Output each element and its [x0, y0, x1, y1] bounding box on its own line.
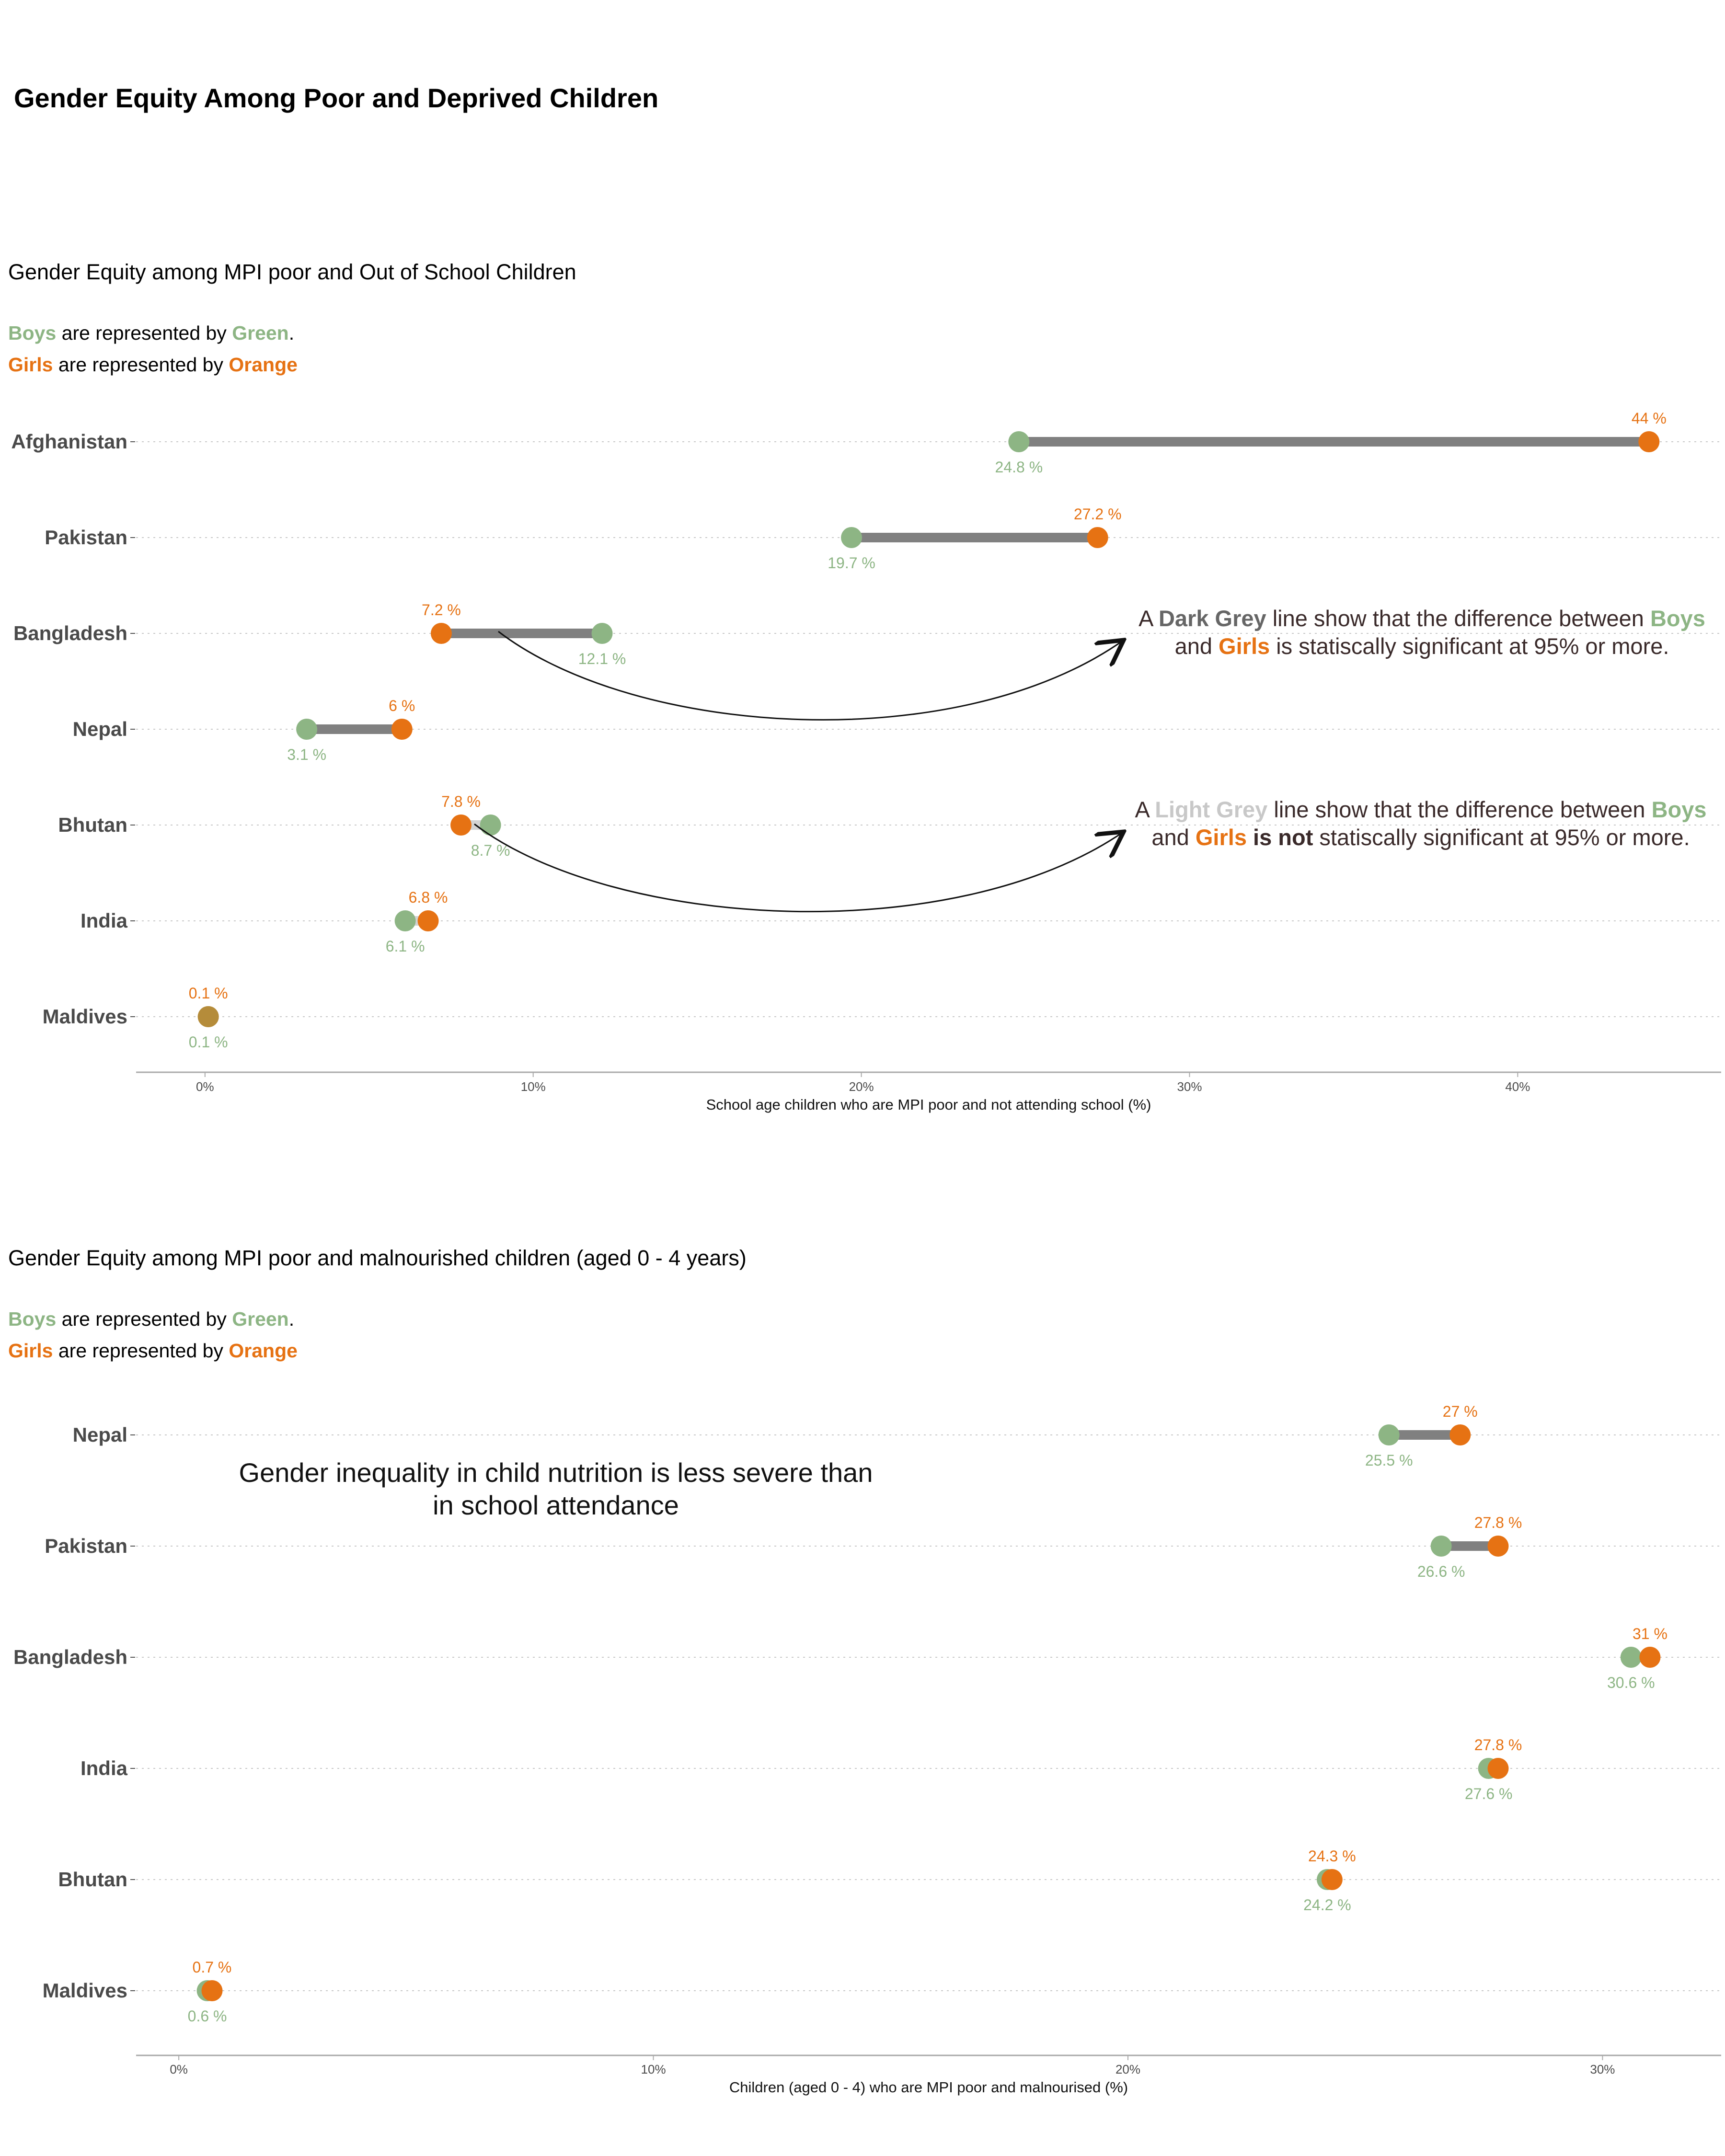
note-light-girls: Girls — [1195, 825, 1247, 850]
x-tick-label: 10% — [521, 1079, 546, 1094]
x-tick-label: 0% — [196, 1079, 214, 1094]
boys-value-label: 3.1 % — [287, 746, 326, 763]
boys-point — [1378, 1424, 1400, 1445]
girls-value-label: 6.8 % — [409, 889, 448, 906]
boys-value-label: 24.8 % — [995, 459, 1043, 476]
girls-point — [1639, 1647, 1661, 1668]
note-light-grey: A Light Grey line show that the differen… — [1121, 796, 1720, 851]
note-dark-and: and — [1174, 633, 1219, 659]
note-dark-line2-rest: is statiscally significant at 95% or mor… — [1270, 633, 1669, 659]
girls-point — [430, 623, 452, 644]
boys-point — [296, 719, 318, 740]
boys-value-label: 30.6 % — [1607, 1674, 1655, 1691]
boys-value-label: 12.1 % — [578, 650, 626, 667]
x-tick-label: 20% — [849, 1079, 874, 1094]
x-axis-title: Children (aged 0 - 4) who are MPI poor a… — [729, 2079, 1128, 2096]
arrow-light-note — [474, 823, 1124, 913]
girls-point — [197, 1006, 219, 1027]
note-dark-a: A — [1138, 606, 1159, 631]
girls-value-label: 31 % — [1633, 1625, 1668, 1642]
note-light-is-not: is not — [1246, 825, 1313, 850]
country-label: India — [80, 1757, 128, 1779]
girls-point — [201, 1980, 223, 2001]
girls-value-label: 7.2 % — [422, 601, 461, 619]
girls-value-label: 0.1 % — [189, 985, 228, 1002]
boys-value-label: 0.6 % — [188, 2007, 227, 2025]
boys-point — [1620, 1647, 1642, 1668]
x-tick-label: 0% — [170, 2062, 188, 2076]
note-dark-line1-rest: line show that the difference between — [1266, 606, 1650, 631]
x-tick-label: 30% — [1177, 1079, 1202, 1094]
girls-value-label: 27.2 % — [1074, 505, 1122, 523]
arrow-dark-note — [498, 631, 1124, 721]
girls-point — [417, 910, 439, 931]
note-nutrition: Gender inequality in child nutrition is … — [239, 1457, 873, 1520]
boys-value-label: 25.5 % — [1365, 1452, 1413, 1469]
girls-value-label: 0.7 % — [193, 1959, 232, 1976]
girls-value-label: 6 % — [389, 697, 415, 714]
note-light-line1-rest: line show that the difference between — [1267, 797, 1652, 822]
note-light-line2-rest: statiscally significant at 95% or more. — [1313, 825, 1690, 850]
country-label: Nepal — [73, 1423, 127, 1446]
country-label: Pakistan — [45, 526, 127, 549]
boys-point — [1008, 431, 1030, 452]
girls-point — [1638, 431, 1660, 452]
girls-value-label: 27.8 % — [1474, 1736, 1522, 1754]
girls-value-label: 27.8 % — [1474, 1514, 1522, 1531]
note-dark-grey-word: Dark Grey — [1158, 606, 1266, 631]
country-label: Bhutan — [58, 814, 127, 836]
note-light-a: A — [1135, 797, 1155, 822]
note-light-boys: Boys — [1651, 797, 1707, 822]
girls-value-label: 7.8 % — [441, 793, 481, 810]
chart-out-of-school: 0% 10% 20% 30% 40% School age children who ar… — [11, 410, 1721, 1113]
boys-point — [394, 910, 416, 931]
note-dark-line1: A Dark Grey line show that the differenc… — [1126, 605, 1718, 632]
girls-point — [1487, 1758, 1509, 1779]
note-dark-boys: Boys — [1650, 606, 1705, 631]
boys-point — [591, 623, 613, 644]
girls-value-label: 24.3 % — [1308, 1847, 1356, 1865]
girls-point — [1449, 1424, 1471, 1445]
boys-value-label: 24.2 % — [1303, 1896, 1351, 1914]
country-label: Nepal — [73, 718, 127, 740]
girls-point — [1321, 1869, 1343, 1890]
country-label: Maldives — [43, 1979, 127, 2002]
country-label: Bhutan — [58, 1868, 127, 1891]
x-tick-label: 40% — [1505, 1079, 1530, 1094]
x-tick-label: 30% — [1590, 2062, 1615, 2076]
girls-value-label: 27 % — [1443, 1403, 1478, 1420]
boys-value-label: 26.6 % — [1417, 1563, 1465, 1580]
note-dark-grey: A Dark Grey line show that the differenc… — [1126, 605, 1718, 660]
x-tick-label: 20% — [1116, 2062, 1140, 2076]
boys-point — [480, 814, 501, 836]
country-label: Maldives — [43, 1005, 127, 1028]
note-dark-girls: Girls — [1219, 633, 1270, 659]
girls-value-label: 44 % — [1632, 410, 1667, 427]
girls-point — [1087, 527, 1108, 548]
note-light-and: and — [1151, 825, 1196, 850]
girls-point — [1487, 1536, 1509, 1557]
x-axis-title: School age children who are MPI poor and… — [706, 1096, 1151, 1113]
note-light-line2: and Girls is not statiscally significant… — [1121, 824, 1720, 851]
country-label: Bangladesh — [13, 1646, 127, 1668]
note-dark-line2: and Girls is statiscally significant at … — [1126, 632, 1718, 660]
boys-value-label: 6.1 % — [386, 938, 425, 955]
x-tick-label: 10% — [641, 2062, 666, 2076]
charts-canvas: 0% 10% 20% 30% 40% School age children who ar… — [11, 410, 1721, 2096]
boys-point — [1430, 1536, 1452, 1557]
country-label: India — [80, 909, 128, 932]
boys-value-label: 19.7 % — [828, 554, 875, 572]
note-light-grey-word: Light Grey — [1155, 797, 1268, 822]
country-label: Afghanistan — [11, 430, 127, 453]
girls-point — [391, 719, 413, 740]
boys-point — [841, 527, 862, 548]
boys-value-label: 0.1 % — [189, 1033, 228, 1051]
girls-point — [450, 814, 472, 836]
boys-value-label: 27.6 % — [1465, 1785, 1513, 1802]
country-label: Bangladesh — [13, 622, 127, 644]
note-light-line1: A Light Grey line show that the differen… — [1121, 796, 1720, 824]
country-label: Pakistan — [45, 1535, 127, 1557]
